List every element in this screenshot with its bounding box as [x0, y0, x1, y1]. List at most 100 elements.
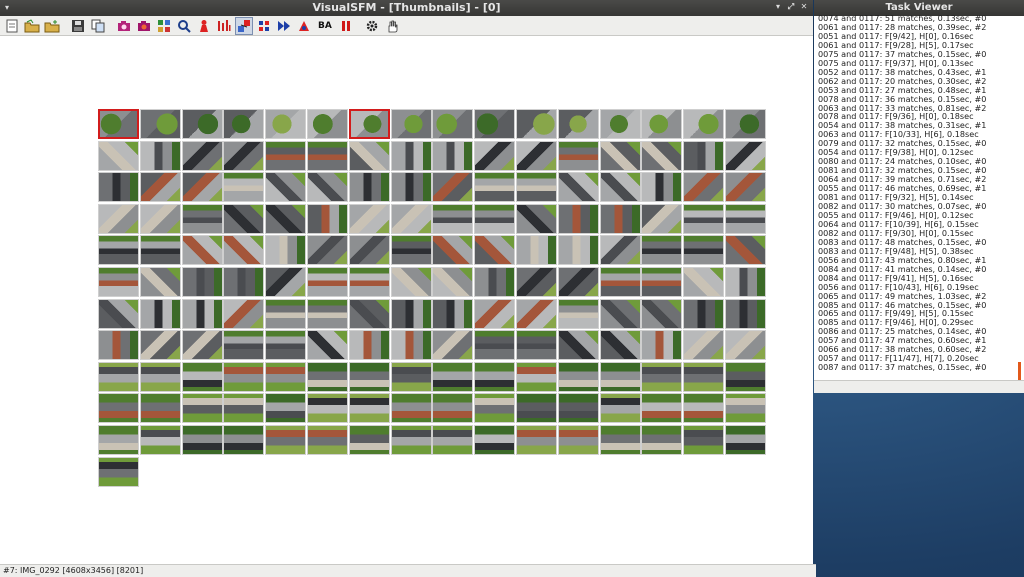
thumbnail[interactable]	[307, 298, 348, 329]
thumbnail[interactable]	[432, 298, 474, 329]
thumbnail[interactable]	[725, 393, 766, 424]
thumbnail[interactable]	[683, 267, 725, 297]
cluster-icon[interactable]	[256, 18, 272, 34]
thumbnail[interactable]	[307, 203, 348, 234]
thumbnail[interactable]	[223, 140, 265, 171]
thumbnail[interactable]	[557, 267, 599, 297]
thumbnail[interactable]	[474, 140, 516, 171]
settings-icon[interactable]	[364, 18, 380, 34]
thumbnail[interactable]	[98, 203, 139, 234]
thumbnail[interactable]	[181, 235, 223, 266]
thumbnail[interactable]	[641, 330, 683, 361]
thumbnail[interactable]	[307, 109, 348, 139]
ba-icon[interactable]: BA	[316, 18, 334, 34]
thumbnail[interactable]	[683, 298, 725, 329]
thumbnail[interactable]	[390, 330, 432, 361]
thumbnail[interactable]	[139, 393, 181, 424]
thumbnail[interactable]	[641, 172, 683, 203]
thumbnail[interactable]	[139, 235, 181, 266]
thumbnail[interactable]	[474, 298, 516, 329]
thumbnail[interactable]	[641, 425, 683, 455]
thumbnail[interactable]	[683, 393, 725, 424]
thumbnail[interactable]	[557, 361, 599, 392]
thumbnail[interactable]	[725, 109, 766, 139]
thumbnail[interactable]	[390, 267, 432, 297]
thumbnail[interactable]	[725, 298, 766, 329]
thumbnail[interactable]	[307, 330, 348, 361]
thumbnail[interactable]	[641, 267, 683, 297]
thumbnail[interactable]	[98, 298, 139, 329]
thumbnail[interactable]	[223, 330, 265, 361]
thumbnail[interactable]	[139, 109, 181, 139]
thumbnail[interactable]	[348, 425, 390, 455]
thumbnail[interactable]	[725, 140, 766, 171]
minimize-icon[interactable]: ▾	[773, 2, 783, 12]
thumbnail[interactable]	[516, 425, 557, 455]
thumbnail[interactable]	[348, 267, 390, 297]
thumbnail[interactable]	[265, 203, 307, 234]
thumbnail[interactable]	[725, 361, 766, 392]
thumbnail[interactable]	[223, 298, 265, 329]
thumbnail[interactable]	[390, 298, 432, 329]
thumbnail[interactable]	[265, 267, 307, 297]
thumbnail[interactable]	[98, 393, 139, 424]
thumbnail[interactable]	[474, 172, 516, 203]
thumbnail[interactable]	[223, 203, 265, 234]
task-log[interactable]: 0074 and 0117: 51 matches, 0.13sec, #0 00…	[818, 14, 1014, 378]
thumbnail[interactable]	[265, 172, 307, 203]
thumbnail[interactable]	[265, 298, 307, 329]
thumbnail[interactable]	[725, 172, 766, 203]
open-folder-plus-icon[interactable]	[44, 18, 60, 34]
thumbnail[interactable]	[725, 235, 766, 266]
thumbnail[interactable]	[390, 393, 432, 424]
thumbnail[interactable]	[181, 361, 223, 392]
thumbnail[interactable]	[98, 267, 139, 297]
thumbnail[interactable]	[683, 330, 725, 361]
thumbnail[interactable]	[432, 172, 474, 203]
thumbnail[interactable]	[181, 267, 223, 297]
thumbnail[interactable]	[683, 425, 725, 455]
thumbnail[interactable]	[432, 235, 474, 266]
thumbnail[interactable]	[557, 140, 599, 171]
copy-icon[interactable]	[90, 18, 106, 34]
thumbnail[interactable]	[432, 330, 474, 361]
thumbnail[interactable]	[139, 172, 181, 203]
thumbnail[interactable]	[181, 203, 223, 234]
thumbnail[interactable]	[516, 172, 557, 203]
maximize-icon[interactable]: ⤢	[786, 2, 796, 12]
thumbnail[interactable]	[474, 361, 516, 392]
camera-red-icon[interactable]	[136, 18, 152, 34]
thumbnail[interactable]	[390, 235, 432, 266]
thumbnail[interactable]	[265, 109, 307, 139]
thumbnail[interactable]	[390, 140, 432, 171]
thumbnail[interactable]	[223, 393, 265, 424]
thumbnail[interactable]	[599, 267, 641, 297]
thumbnail[interactable]	[181, 172, 223, 203]
thumbnail[interactable]	[139, 425, 181, 455]
thumbnail[interactable]	[98, 330, 139, 361]
thumbnail[interactable]	[641, 235, 683, 266]
thumbnail[interactable]	[181, 393, 223, 424]
thumbnail[interactable]	[557, 109, 599, 139]
thumbnail[interactable]	[98, 361, 139, 392]
thumbnail[interactable]	[139, 361, 181, 392]
thumbnail[interactable]	[265, 330, 307, 361]
thumbnail[interactable]	[348, 172, 390, 203]
thumbnail[interactable]	[557, 393, 599, 424]
thumbnail[interactable]	[307, 235, 348, 266]
thumbnail[interactable]	[98, 140, 139, 171]
thumbnail[interactable]	[390, 203, 432, 234]
thumbnail[interactable]	[139, 203, 181, 234]
thumbnail[interactable]	[725, 203, 766, 234]
thumbnail[interactable]	[474, 267, 516, 297]
thumbnail[interactable]	[683, 172, 725, 203]
thumbnail[interactable]	[599, 109, 641, 139]
thumbnail[interactable]	[265, 361, 307, 392]
thumbnail[interactable]	[725, 330, 766, 361]
thumbnail[interactable]	[641, 393, 683, 424]
thumbnail[interactable]	[557, 425, 599, 455]
pan-hand-icon[interactable]	[384, 18, 400, 34]
thumbnail[interactable]	[641, 298, 683, 329]
thumbnail[interactable]	[390, 109, 432, 139]
thumbnail[interactable]	[98, 425, 139, 455]
